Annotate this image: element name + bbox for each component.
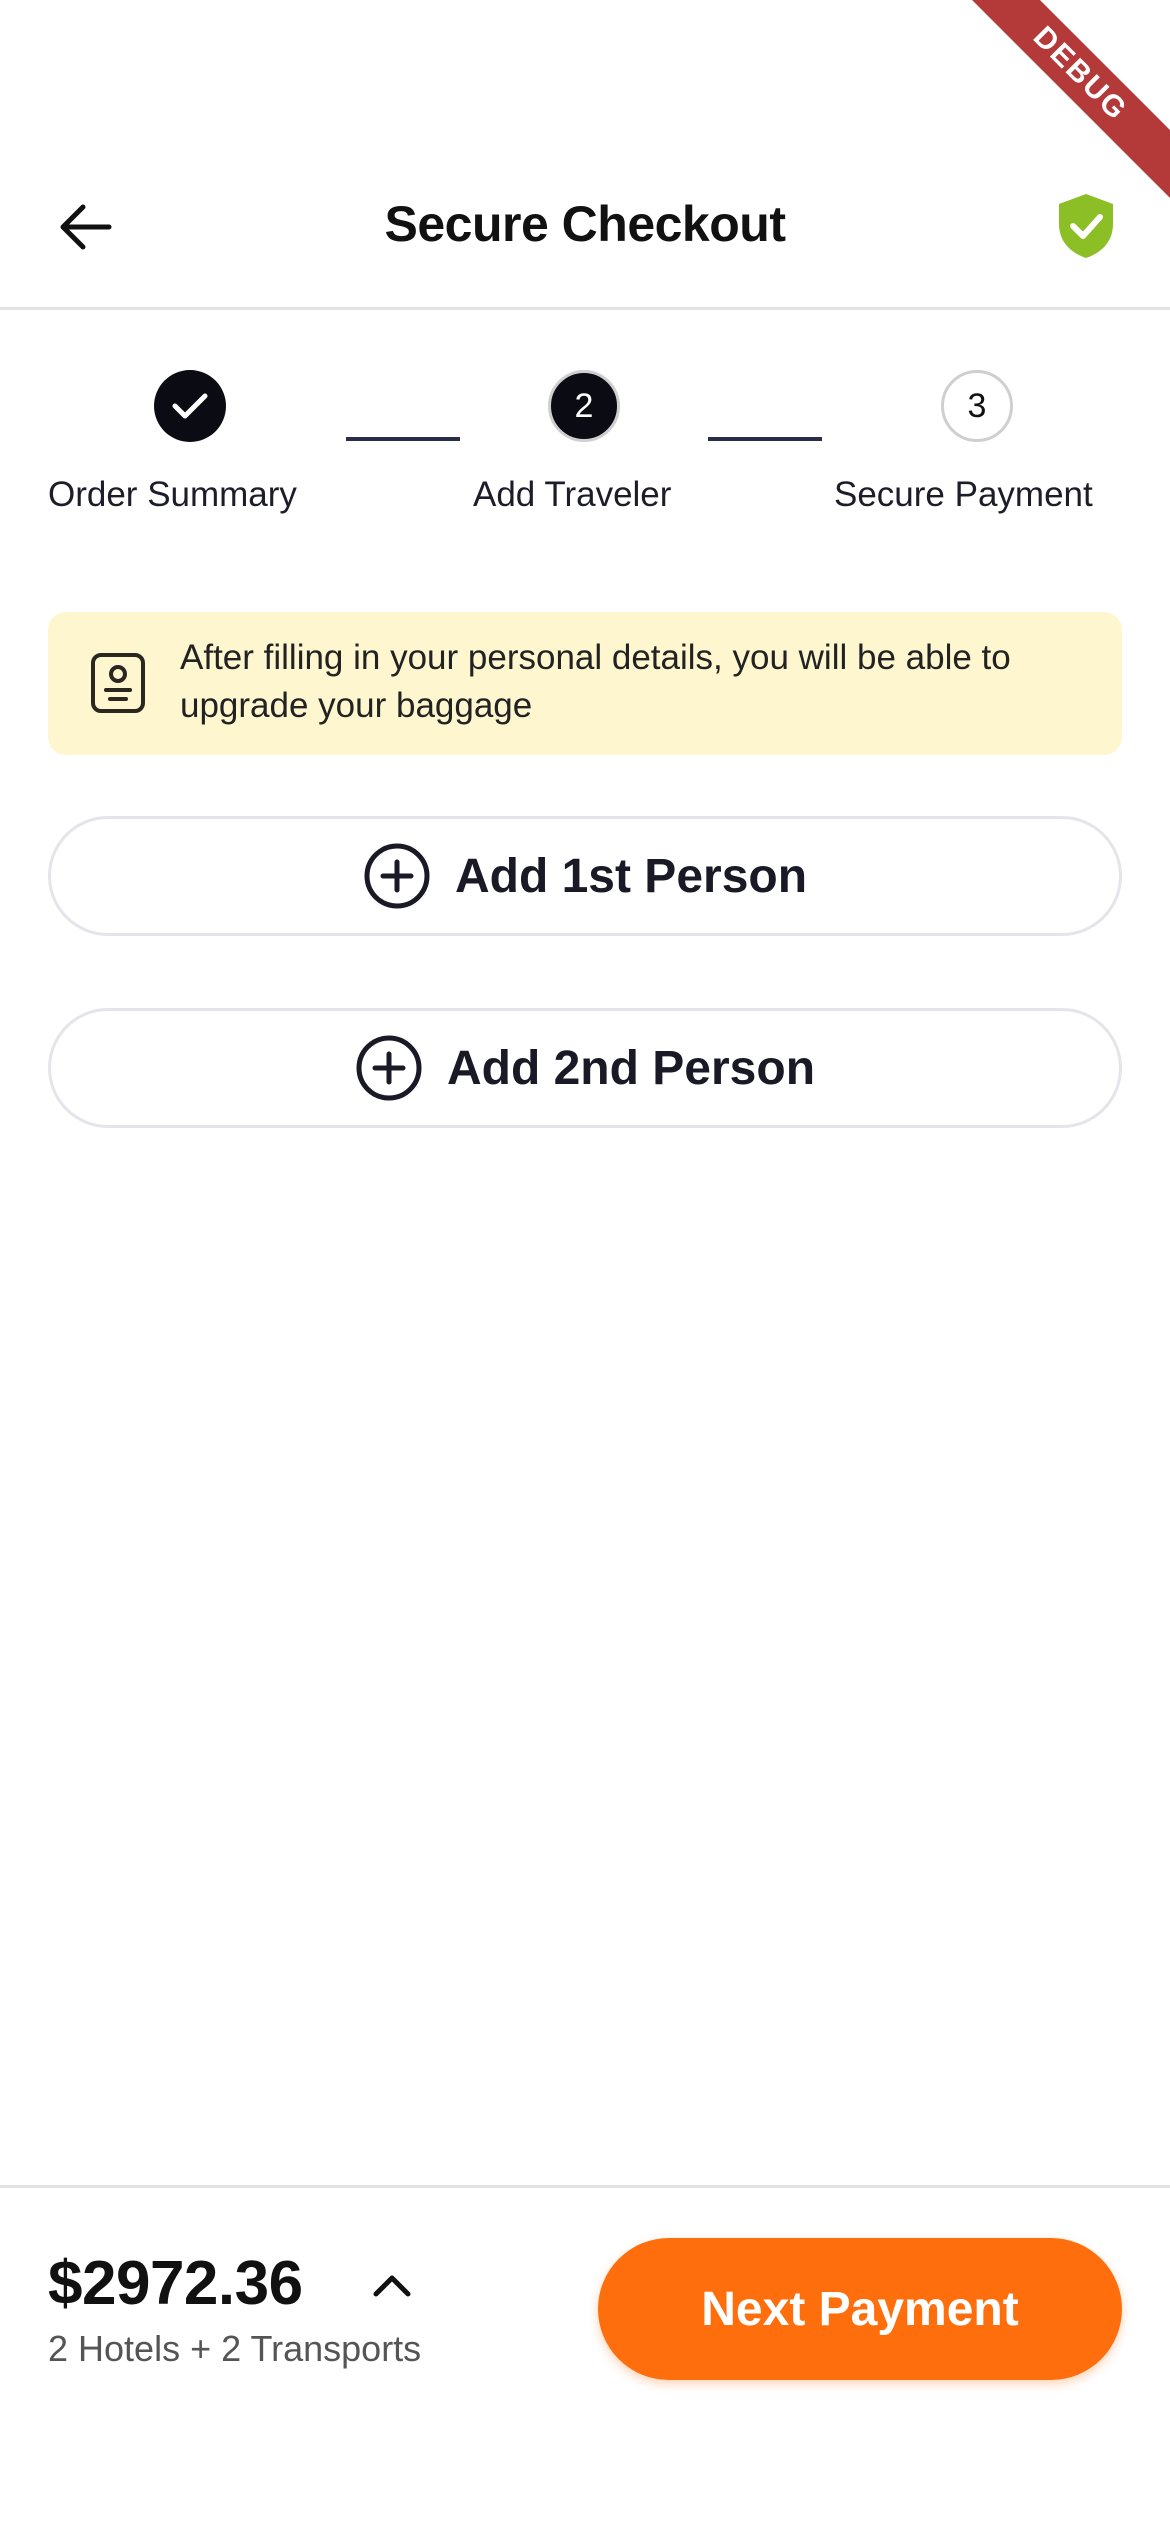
add-first-person-button[interactable]: Add 1st Person (48, 816, 1122, 936)
step-connector (346, 437, 460, 441)
booking-summary: 2 Hotels + 2 Transports (48, 2328, 422, 2369)
check-icon (172, 393, 208, 419)
plus-circle-icon (364, 843, 430, 909)
add-second-person-button[interactable]: Add 2nd Person (48, 1008, 1122, 1128)
notice-text: After filling in your personal details, … (180, 638, 1011, 725)
step-label-add-traveler: Add Traveler (473, 475, 672, 514)
chevron-up-icon[interactable] (370, 2268, 414, 2300)
next-payment-button[interactable]: Next Payment (598, 2238, 1122, 2380)
total-price: $2972.36 (48, 2249, 303, 2318)
step-label-secure-payment: Secure Payment (834, 475, 1093, 514)
add-first-person-label: Add 1st Person (454, 849, 808, 903)
add-second-person-label: Add 2nd Person (446, 1041, 816, 1095)
step-number: 3 (967, 386, 987, 425)
id-card-icon (91, 653, 145, 713)
app-bar: Secure Checkout (0, 160, 1170, 310)
shield-check-icon[interactable] (1055, 192, 1117, 260)
step-label-order-summary: Order Summary (48, 475, 297, 514)
checkout-footer: $2972.36 2 Hotels + 2 Transports Next Pa… (0, 2185, 1170, 2532)
step-number: 2 (574, 386, 594, 425)
page-title: Secure Checkout (384, 196, 786, 252)
step-connector (708, 437, 822, 441)
baggage-notice: After filling in your personal details, … (48, 612, 1122, 755)
step-add-traveler[interactable]: 2 (548, 370, 620, 442)
step-secure-payment[interactable]: 3 (941, 370, 1013, 442)
step-order-summary[interactable] (154, 370, 226, 442)
plus-circle-icon (356, 1035, 422, 1101)
